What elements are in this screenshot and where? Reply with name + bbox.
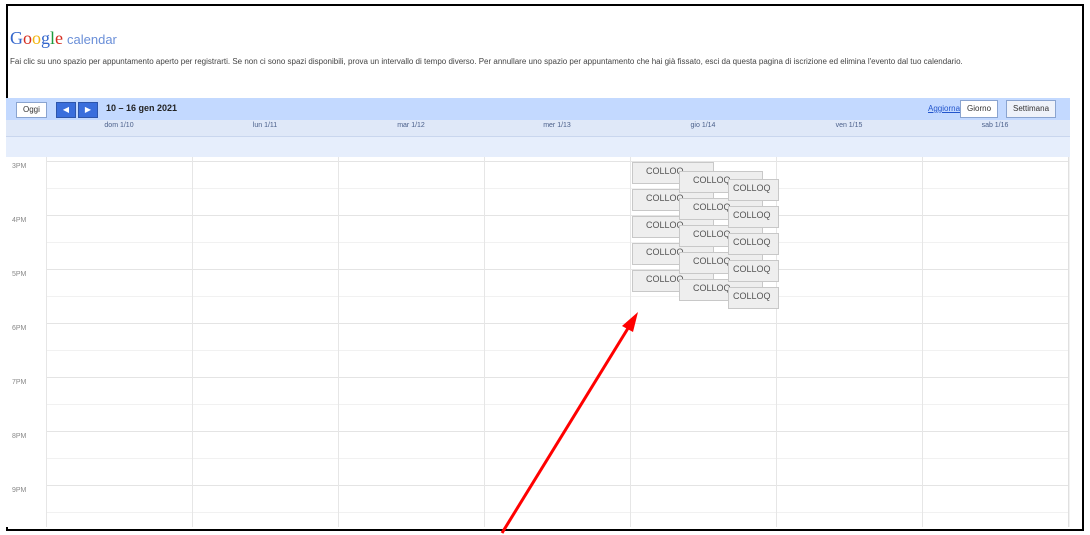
appointment-slot[interactable]: COLLOQ bbox=[728, 179, 779, 201]
hour-label: 8PM bbox=[12, 433, 27, 440]
hour-label: 4PM bbox=[12, 217, 27, 224]
day-header: mar 1/12 bbox=[397, 122, 425, 129]
appointment-slot[interactable]: COLLOQ bbox=[728, 287, 779, 309]
time-grid: 3PM 4PM 5PM 6PM 7PM 8PM 9PM COLLOQ COLLO… bbox=[6, 157, 1070, 527]
hour-label: 3PM bbox=[12, 163, 27, 170]
hour-label: 6PM bbox=[12, 325, 27, 332]
hour-label: 5PM bbox=[12, 271, 27, 278]
day-view-button[interactable]: Giorno bbox=[960, 100, 999, 118]
day-header: dom 1/10 bbox=[104, 122, 134, 129]
day-header: sab 1/16 bbox=[981, 122, 1009, 129]
instructions-text: Fai clic su uno spazio per appuntamento … bbox=[10, 57, 963, 66]
date-range-label: 10 – 16 gen 2021 bbox=[106, 103, 178, 113]
refresh-link[interactable]: Aggiorna bbox=[928, 104, 960, 113]
google-calendar-logo: Google calendar bbox=[10, 28, 117, 48]
day-header: gio 1/14 bbox=[690, 122, 716, 129]
day-header: ven 1/15 bbox=[835, 122, 863, 129]
day-header: lun 1/11 bbox=[252, 122, 278, 129]
prev-week-icon[interactable]: ◀ bbox=[56, 102, 76, 118]
next-week-icon[interactable]: ▶ bbox=[78, 102, 98, 118]
all-day-row bbox=[6, 137, 1070, 158]
appointment-slot[interactable]: COLLOQ bbox=[728, 233, 779, 255]
grid-scrollbar[interactable]: ▲ ▼ bbox=[1068, 157, 1070, 527]
calendar-toolbar: Oggi ◀ ▶ 10 – 16 gen 2021 Aggiorna Giorn… bbox=[6, 98, 1070, 120]
today-button[interactable]: Oggi bbox=[16, 102, 47, 118]
week-view-button[interactable]: Settimana bbox=[1006, 100, 1057, 118]
hour-label: 7PM bbox=[12, 379, 27, 386]
day-header-row: dom 1/10 lun 1/11 mar 1/12 mer 1/13 gio … bbox=[6, 120, 1070, 137]
appointment-slot[interactable]: COLLOQ bbox=[728, 260, 779, 282]
appointment-slot[interactable]: COLLOQ bbox=[728, 206, 779, 228]
hour-label: 9PM bbox=[12, 487, 27, 494]
day-header: mer 1/13 bbox=[543, 122, 571, 129]
